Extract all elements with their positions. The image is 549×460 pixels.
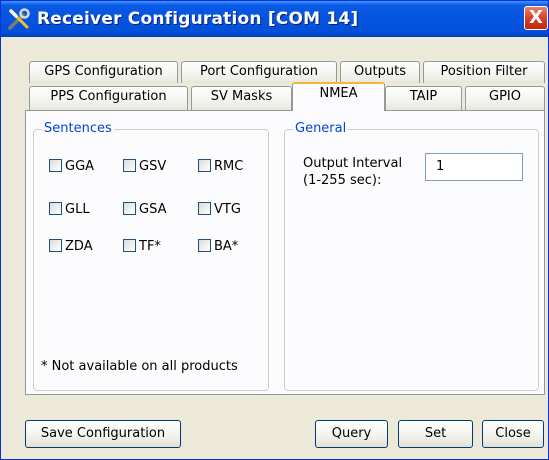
tab-position-filter[interactable]: Position Filter — [423, 61, 545, 83]
checkbox-gga[interactable]: GGA — [49, 159, 94, 175]
checkbox-label: VTG — [214, 202, 241, 217]
checkbox-box[interactable] — [198, 159, 211, 172]
checkbox-box[interactable] — [49, 159, 62, 172]
tab-gpio[interactable]: GPIO — [465, 86, 545, 110]
output-interval-input[interactable]: 1 — [425, 153, 523, 181]
checkbox-gsv[interactable]: GSV — [123, 159, 166, 175]
checkbox-zda[interactable]: ZDA — [49, 239, 93, 255]
checkbox-label: TF* — [139, 239, 161, 254]
tab-sv-masks[interactable]: SV Masks — [191, 86, 292, 110]
checkbox-box[interactable] — [49, 202, 62, 215]
checkbox-box[interactable] — [198, 202, 211, 215]
checkbox-label: ZDA — [65, 239, 93, 254]
checkbox-gll[interactable]: GLL — [49, 202, 90, 218]
checkbox-box[interactable] — [49, 239, 62, 252]
tab-outputs[interactable]: Outputs — [340, 61, 420, 83]
tab-port-configuration[interactable]: Port Configuration — [181, 61, 337, 83]
checkbox-label: GSV — [139, 159, 167, 174]
checkbox-label: GGA — [65, 159, 95, 174]
checkbox-label: BA* — [214, 239, 239, 254]
output-interval-label: Output Interval — [303, 156, 403, 171]
checkbox-box[interactable] — [198, 239, 211, 252]
window-title: Receiver Configuration [COM 14] — [37, 9, 359, 29]
tab-taip[interactable]: TAIP — [385, 86, 462, 110]
window-close-button[interactable]: X — [524, 6, 548, 30]
tab-gps-configuration[interactable]: GPS Configuration — [29, 61, 178, 83]
checkbox-box[interactable] — [123, 202, 136, 215]
query-button[interactable]: Query — [315, 420, 388, 448]
set-button[interactable]: Set — [398, 420, 473, 448]
output-interval-range-label: (1-255 sec): — [303, 173, 382, 188]
checkbox-rmc[interactable]: RMC — [198, 159, 243, 175]
sentences-legend: Sentences — [42, 121, 114, 136]
checkbox-tf[interactable]: TF* — [123, 239, 161, 255]
checkbox-vtg[interactable]: VTG — [198, 202, 241, 218]
tab-nmea[interactable]: NMEA — [292, 82, 385, 111]
receiver-configuration-dialog: Receiver Configuration [COM 14] X GPS Co… — [0, 0, 549, 460]
checkbox-box[interactable] — [123, 239, 136, 252]
title-bar[interactable]: Receiver Configuration [COM 14] X — [1, 1, 548, 37]
tools-icon — [8, 8, 30, 30]
checkbox-label: GLL — [65, 202, 90, 217]
checkbox-box[interactable] — [123, 159, 136, 172]
tab-pps-configuration[interactable]: PPS Configuration — [29, 86, 188, 110]
checkbox-ba[interactable]: BA* — [198, 239, 238, 255]
checkbox-label: RMC — [214, 159, 244, 174]
checkbox-gsa[interactable]: GSA — [123, 202, 166, 218]
availability-footnote: * Not available on all products — [41, 359, 238, 374]
close-button[interactable]: Close — [482, 420, 544, 448]
save-configuration-button[interactable]: Save Configuration — [25, 420, 181, 448]
general-legend: General — [293, 121, 349, 136]
checkbox-label: GSA — [139, 202, 167, 217]
